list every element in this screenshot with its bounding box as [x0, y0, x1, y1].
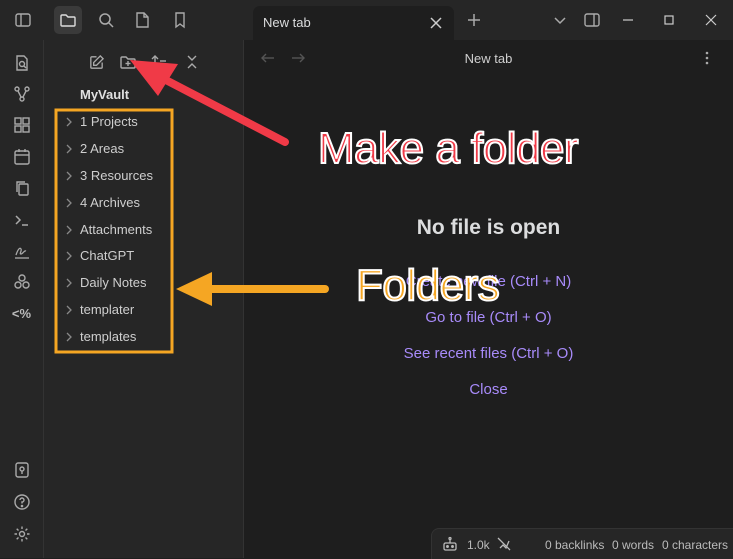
orange-arrow: [176, 272, 329, 306]
folders-annotation: Folders: [355, 260, 501, 311]
make-folder-annotation: Make a folder: [317, 123, 580, 174]
folders-highlight-box: [54, 108, 174, 354]
red-arrow: [130, 60, 289, 146]
